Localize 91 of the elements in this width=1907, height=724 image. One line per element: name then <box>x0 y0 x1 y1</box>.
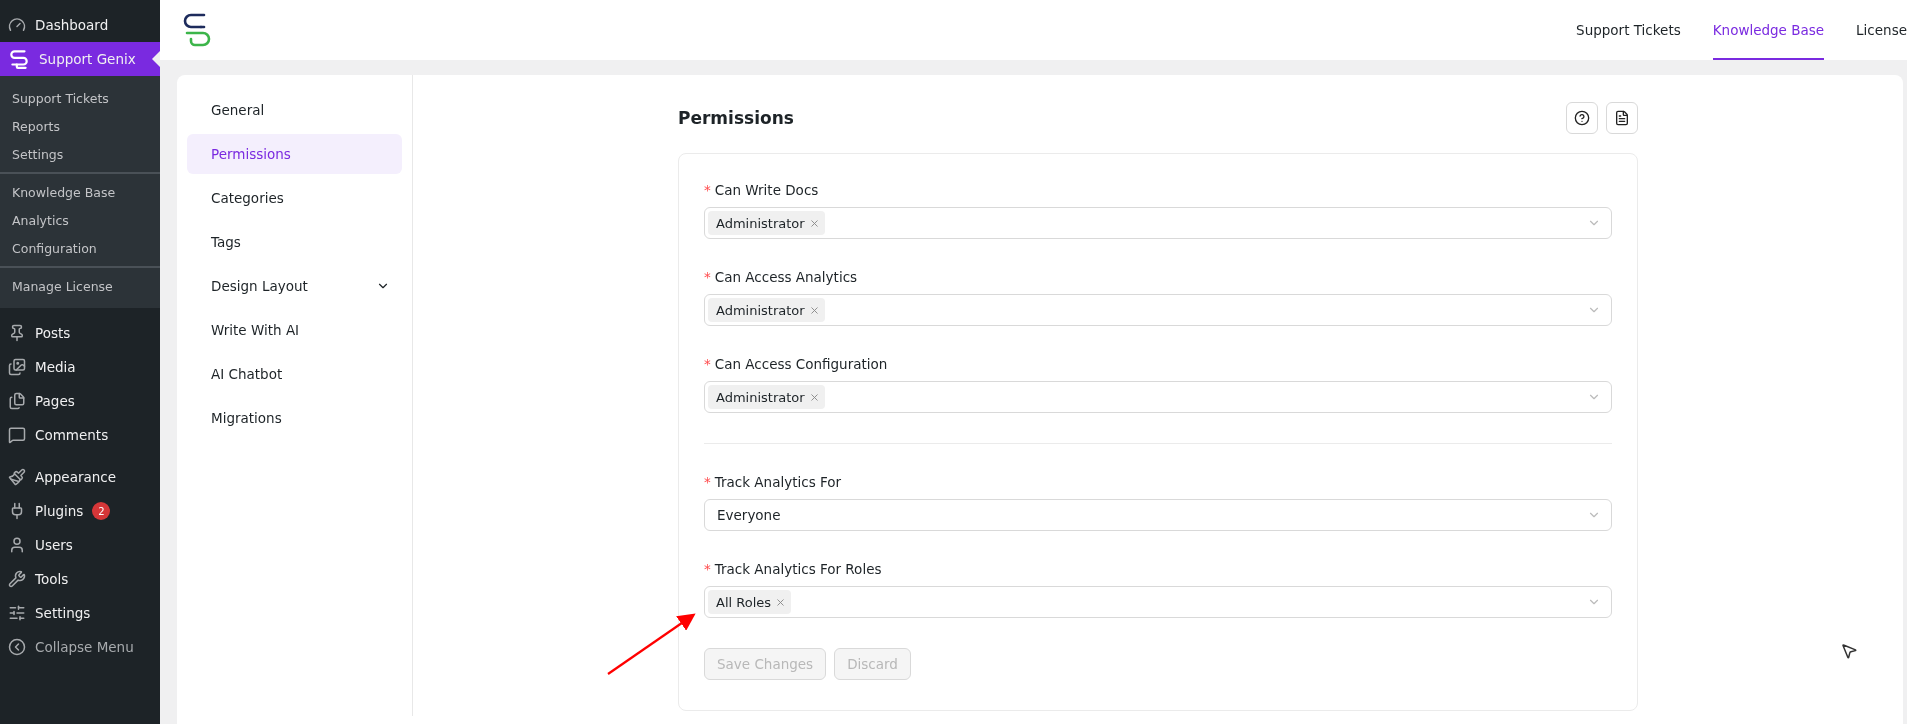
user-icon <box>8 536 26 554</box>
menu-label: Plugins <box>35 503 84 519</box>
settings-nav-item[interactable]: Migrations <box>187 398 402 438</box>
nav-label: Write With AI <box>211 322 300 338</box>
submenu-item[interactable]: Analytics <box>0 206 160 234</box>
required-mark: * <box>704 269 711 285</box>
nav-tab[interactable]: Support Tickets <box>1576 0 1681 60</box>
pages-icon <box>8 392 26 410</box>
tag: Administrator <box>708 385 825 409</box>
pin-icon <box>8 324 26 342</box>
settings-nav-item[interactable]: Tags <box>187 222 402 262</box>
menu-label: Dashboard <box>35 17 109 33</box>
menu-item[interactable]: Comments <box>0 418 160 452</box>
images-icon <box>8 358 26 376</box>
mouse-cursor-icon <box>1840 642 1858 660</box>
settings-nav-item[interactable]: Write With AI <box>187 310 402 350</box>
menu-label: Comments <box>35 427 109 443</box>
document-button[interactable] <box>1606 102 1638 134</box>
close-icon[interactable] <box>808 391 820 403</box>
select-field[interactable]: All Roles <box>704 586 1612 618</box>
menu-label: Tools <box>35 571 69 587</box>
submenu-item[interactable]: Settings <box>0 140 160 168</box>
menu-label: Pages <box>35 393 75 409</box>
gauge-icon <box>8 16 26 34</box>
menu-label: Media <box>35 359 76 375</box>
nav-tab[interactable]: Knowledge Base <box>1712 0 1825 60</box>
settings-nav-item[interactable]: Design Layout <box>187 266 402 306</box>
submenu-item[interactable]: Support Tickets <box>0 84 160 112</box>
select-field[interactable]: Administrator <box>704 381 1612 413</box>
tag: Administrator <box>708 298 825 322</box>
menu-item[interactable]: Media <box>0 350 160 384</box>
tag: All Roles <box>708 590 792 614</box>
nav-tab[interactable]: License <box>1856 0 1907 60</box>
nav-label: Categories <box>211 190 284 206</box>
speech-bubble-icon <box>8 426 26 444</box>
menu-item[interactable]: Users <box>0 528 160 562</box>
menu-label: Settings <box>35 605 91 621</box>
tag: Administrator <box>708 211 825 235</box>
menu-item[interactable]: Plugins 2 <box>0 494 160 528</box>
submenu-item[interactable]: Knowledge Base <box>0 178 160 206</box>
menu-item[interactable]: Settings <box>0 596 160 630</box>
close-icon[interactable] <box>808 217 820 229</box>
settings-nav-item[interactable]: Permissions <box>187 134 402 174</box>
menu-label: Collapse Menu <box>35 639 134 655</box>
field-label: Can Access Analytics <box>714 269 858 285</box>
select-field[interactable]: Administrator <box>704 294 1612 326</box>
required-mark: * <box>704 561 711 577</box>
menu-item[interactable]: Support Genix <box>0 42 160 76</box>
collapse-icon <box>8 638 26 656</box>
settings-nav-item[interactable]: General <box>187 90 402 130</box>
sliders-icon <box>8 604 26 622</box>
nav-label: General <box>211 102 265 118</box>
field-label: Can Access Configuration <box>714 356 888 372</box>
document-icon <box>1614 110 1630 126</box>
submenu-item[interactable]: Reports <box>0 112 160 140</box>
paintbrush-icon <box>8 468 26 486</box>
nav-label: Tags <box>211 234 241 250</box>
menu-item[interactable]: Appearance <box>0 460 160 494</box>
submenu-item[interactable]: Configuration <box>0 234 160 262</box>
menu-item[interactable]: Pages <box>0 384 160 418</box>
select-field[interactable]: Everyone <box>704 499 1612 531</box>
nav-label: Permissions <box>211 146 291 162</box>
nav-label: Migrations <box>211 410 282 426</box>
menu-label: Support Genix <box>39 51 136 67</box>
count-badge: 2 <box>92 502 111 520</box>
field-label: Track Analytics For Roles <box>714 561 882 577</box>
menu-label: Users <box>35 537 73 553</box>
settings-nav-item[interactable]: Categories <box>187 178 402 218</box>
menu-item[interactable]: Dashboard <box>0 8 160 42</box>
field-label: Track Analytics For <box>714 474 842 490</box>
nav-label: Design Layout <box>211 278 308 294</box>
select-field[interactable]: Administrator <box>704 207 1612 239</box>
menu-item[interactable]: Collapse Menu <box>0 630 160 664</box>
wrench-icon <box>8 570 26 588</box>
submenu-item[interactable]: Manage License <box>0 272 160 300</box>
settings-nav-item[interactable]: AI Chatbot <box>187 354 402 394</box>
nav-label: AI Chatbot <box>211 366 283 382</box>
menu-item[interactable]: Tools <box>0 562 160 596</box>
close-icon[interactable] <box>775 596 787 608</box>
menu-item[interactable]: Posts <box>0 316 160 350</box>
required-mark: * <box>704 182 711 198</box>
required-mark: * <box>704 474 711 490</box>
menu-label: Posts <box>35 325 71 341</box>
required-mark: * <box>704 356 711 372</box>
logo-icon <box>8 48 30 70</box>
menu-label: Appearance <box>35 469 117 485</box>
help-button[interactable] <box>1566 102 1598 134</box>
page-title: Permissions <box>678 108 794 128</box>
close-icon[interactable] <box>808 304 820 316</box>
help-icon <box>1574 110 1590 126</box>
field-label: Can Write Docs <box>714 182 819 198</box>
